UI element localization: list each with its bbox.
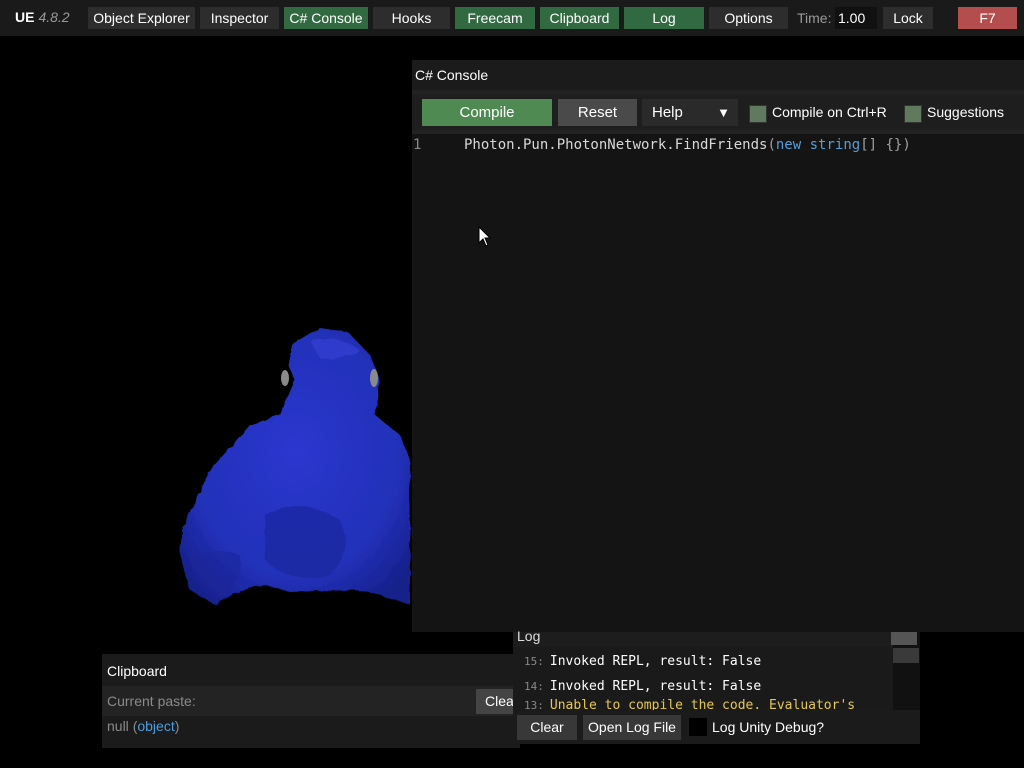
code-rest: [] {}) bbox=[860, 137, 911, 153]
log-entry: 15: Invoked REPL, result: False bbox=[524, 654, 761, 669]
log-entry-index: 14: bbox=[524, 680, 544, 693]
code-keyword-string: string bbox=[809, 137, 861, 153]
log-entry-index: 13: bbox=[524, 699, 544, 710]
log-scroll-button[interactable] bbox=[891, 632, 917, 645]
console-toolbar: Compile Reset Help ▼ Compile on Ctrl+R S… bbox=[412, 94, 1024, 130]
open-log-file-button[interactable]: Open Log File bbox=[583, 715, 681, 740]
object-explorer-button[interactable]: Object Explorer bbox=[88, 7, 195, 29]
line-number: 1 bbox=[413, 137, 422, 153]
time-label: Time: bbox=[797, 10, 832, 26]
log-entry-text: Invoked REPL, result: False bbox=[549, 654, 762, 669]
log-entry-text: Invoked REPL, result: False bbox=[549, 679, 762, 694]
options-button[interactable]: Options bbox=[709, 7, 788, 29]
code-text: Photon.Pun.PhotonNetwork.FindFriends bbox=[464, 137, 768, 153]
current-paste-label: Current paste: bbox=[107, 693, 196, 709]
compile-on-ctrl-r-checkbox[interactable] bbox=[749, 105, 767, 123]
log-entry: 14: Invoked REPL, result: False bbox=[524, 679, 761, 694]
log-entry-text: Unable to compile the code. Evaluator's bbox=[549, 698, 856, 710]
log-title: Log bbox=[517, 628, 541, 644]
app-version: 4.8.2 bbox=[38, 9, 70, 25]
log-list[interactable]: 15: Invoked REPL, result: False 14: Invoke… bbox=[513, 647, 893, 710]
help-dropdown[interactable]: Help ▼ bbox=[642, 99, 738, 126]
clipboard-title: Clipboard bbox=[107, 663, 167, 679]
clipboard-value-type: object bbox=[137, 718, 175, 734]
log-entry-index: 15: bbox=[524, 655, 544, 668]
clipboard-value: null (object) bbox=[107, 718, 179, 734]
csharp-console-button[interactable]: C# Console bbox=[284, 7, 368, 29]
log-entry-error: 13: Unable to compile the code. Evaluator… bbox=[524, 698, 855, 710]
inspector-button[interactable]: Inspector bbox=[200, 7, 279, 29]
top-toolbar: UE 4.8.2 Object Explorer Inspector C# Con… bbox=[0, 0, 1024, 37]
app-logo: UE 4.8.2 bbox=[15, 9, 70, 25]
code-keyword-new: new bbox=[775, 137, 802, 153]
help-dropdown-label: Help bbox=[652, 104, 683, 121]
log-clear-button[interactable]: Clear bbox=[517, 715, 577, 740]
gorilla-character bbox=[180, 328, 410, 605]
log-unity-debug-label: Log Unity Debug? bbox=[712, 719, 825, 735]
code-editor[interactable]: 1 Photon.Pun.PhotonNetwork.FindFriends(n… bbox=[412, 134, 1024, 632]
app-logo-text: UE bbox=[15, 9, 35, 25]
log-panel: 15: Invoked REPL, result: False 14: Invoke… bbox=[513, 628, 920, 744]
compile-button[interactable]: Compile bbox=[422, 99, 552, 126]
clipboard-panel: Clipboard Current paste: Clear null (obj… bbox=[102, 654, 520, 748]
clipboard-button[interactable]: Clipboard bbox=[540, 7, 619, 29]
code-paren-open: ( bbox=[767, 137, 776, 153]
log-toolbar: Clear Open Log File Log Unity Debug? bbox=[513, 710, 920, 744]
hooks-button[interactable]: Hooks bbox=[373, 7, 450, 29]
log-unity-debug-checkbox[interactable] bbox=[689, 718, 707, 736]
lock-button[interactable]: Lock bbox=[883, 7, 933, 29]
code-line: Photon.Pun.PhotonNetwork.FindFriends(new… bbox=[464, 137, 911, 153]
csharp-console-panel: C# Console Compile Reset Help ▼ Compile … bbox=[412, 60, 1024, 632]
log-scroll-thumb[interactable] bbox=[893, 648, 919, 663]
clipboard-paste-row: Current paste: Clear bbox=[102, 686, 520, 716]
log-button[interactable]: Log bbox=[624, 7, 704, 29]
compile-on-ctrl-r-label: Compile on Ctrl+R bbox=[772, 104, 887, 120]
freecam-button[interactable]: Freecam bbox=[455, 7, 535, 29]
clipboard-value-null: null bbox=[107, 718, 129, 734]
reset-button[interactable]: Reset bbox=[558, 99, 637, 126]
suggestions-label: Suggestions bbox=[927, 104, 1005, 120]
hotkey-toggle-button[interactable]: F7 bbox=[958, 7, 1017, 29]
time-scale-input[interactable]: 1.00 bbox=[835, 7, 877, 29]
console-title-bar[interactable]: C# Console bbox=[412, 60, 1024, 90]
suggestions-checkbox[interactable] bbox=[904, 105, 922, 123]
gorilla-left-eye bbox=[281, 370, 289, 386]
gorilla-right-eye bbox=[370, 369, 378, 387]
mouse-cursor-icon bbox=[478, 226, 492, 247]
clipboard-paren-close: ) bbox=[174, 718, 180, 734]
dropdown-arrow-icon: ▼ bbox=[717, 105, 730, 120]
